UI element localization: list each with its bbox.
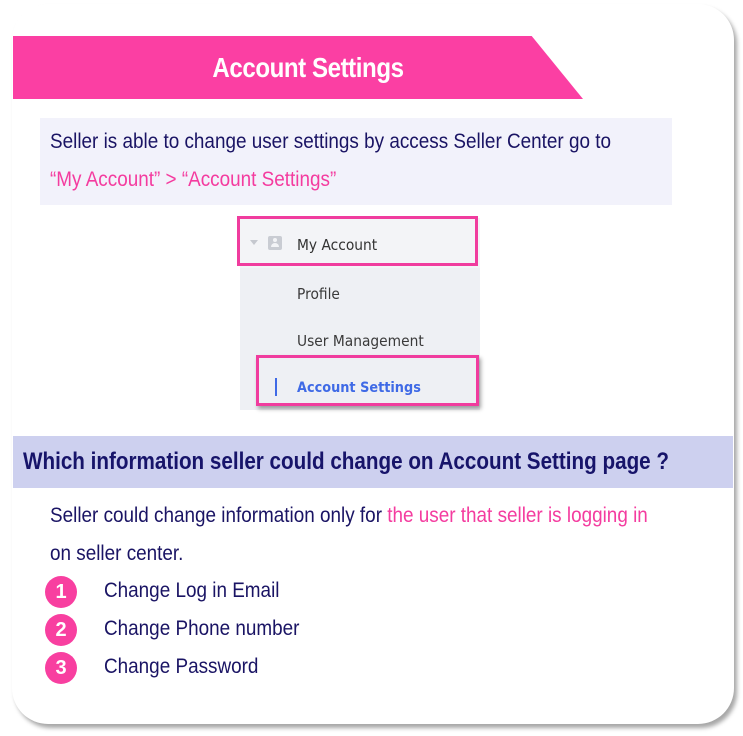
intro-text: Seller is able to change user settings b… [50, 130, 612, 153]
list-item-label: Change Password [104, 655, 259, 678]
number-badge: 2 [45, 614, 77, 646]
question-heading: Which information seller could change on… [23, 448, 670, 475]
page-title: Account Settings [212, 52, 404, 83]
sidebar-item-user-management[interactable]: User Management [297, 332, 424, 350]
navigation-path: “My Account” > “Account Settings” [50, 168, 337, 191]
intro-box: Seller is able to change user settings b… [40, 118, 672, 205]
explanation-highlight: the user that seller is logging in [387, 504, 648, 527]
list-item-label: Change Log in Email [104, 579, 280, 602]
explanation-text: Seller could change information only for [50, 504, 388, 527]
number-badge: 3 [45, 652, 77, 684]
explanation-line-1: Seller could change information only for… [50, 504, 648, 528]
question-bar: Which information seller could change on… [13, 436, 733, 488]
number-badge: 1 [45, 576, 77, 608]
list-item-label: Change Phone number [104, 617, 300, 640]
highlight-box-my-account [237, 216, 478, 266]
sidebar-item-profile[interactable]: Profile [297, 285, 340, 303]
explanation-line-2: on seller center. [50, 542, 184, 565]
highlight-box-account-settings [256, 355, 479, 406]
